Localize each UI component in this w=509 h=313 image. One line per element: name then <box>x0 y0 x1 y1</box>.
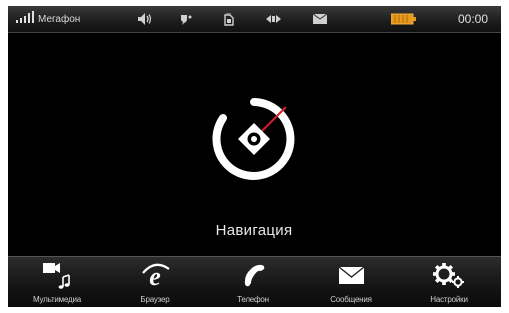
dock-label: Сообщения <box>330 295 372 304</box>
compass-icon <box>212 98 295 180</box>
signal-icon <box>16 10 34 28</box>
dock-item-browser[interactable]: e Браузер <box>106 257 204 307</box>
clock: 00:00 <box>458 6 488 32</box>
messages-icon <box>338 266 365 284</box>
phone-icon <box>244 264 265 287</box>
volume-icon[interactable] <box>138 6 152 32</box>
message-envelope-icon[interactable] <box>313 6 327 32</box>
main-area: Навигация <box>8 33 501 255</box>
bluetooth-icon[interactable] <box>179 6 193 32</box>
navigation-label: Навигация <box>215 222 293 239</box>
app-dock: Мультимедиа e Браузер Телефон Сообщения … <box>8 256 501 307</box>
multimedia-icon <box>43 263 70 289</box>
dock-item-phone[interactable]: Телефон <box>204 257 302 307</box>
status-bar: Мегафон 00:00 <box>8 6 501 33</box>
carrier-name: Мегафон <box>38 13 81 25</box>
sim-card-icon[interactable] <box>223 6 235 32</box>
time-label: 00:00 <box>458 12 489 26</box>
dock-item-multimedia[interactable]: Мультимедиа <box>8 257 106 307</box>
dock-label: Мультимедиа <box>32 295 82 304</box>
battery-icon <box>391 6 417 32</box>
browser-icon: e <box>142 262 170 291</box>
gps-icon[interactable] <box>266 6 281 32</box>
dock-label: Браузер <box>140 295 170 304</box>
dock-label: Телефон <box>237 295 269 304</box>
navigation-app-button[interactable]: Навигация <box>194 88 314 239</box>
dock-label: Настройки <box>430 295 468 304</box>
car-head-unit-screen: Мегафон 00:00 Навигация Мультимедиа e Бр… <box>8 6 501 307</box>
dock-item-settings[interactable]: Настройки <box>400 257 498 307</box>
settings-icon <box>433 263 464 288</box>
dock-item-messages[interactable]: Сообщения <box>302 257 400 307</box>
carrier-indicator: Мегафон <box>16 6 80 32</box>
